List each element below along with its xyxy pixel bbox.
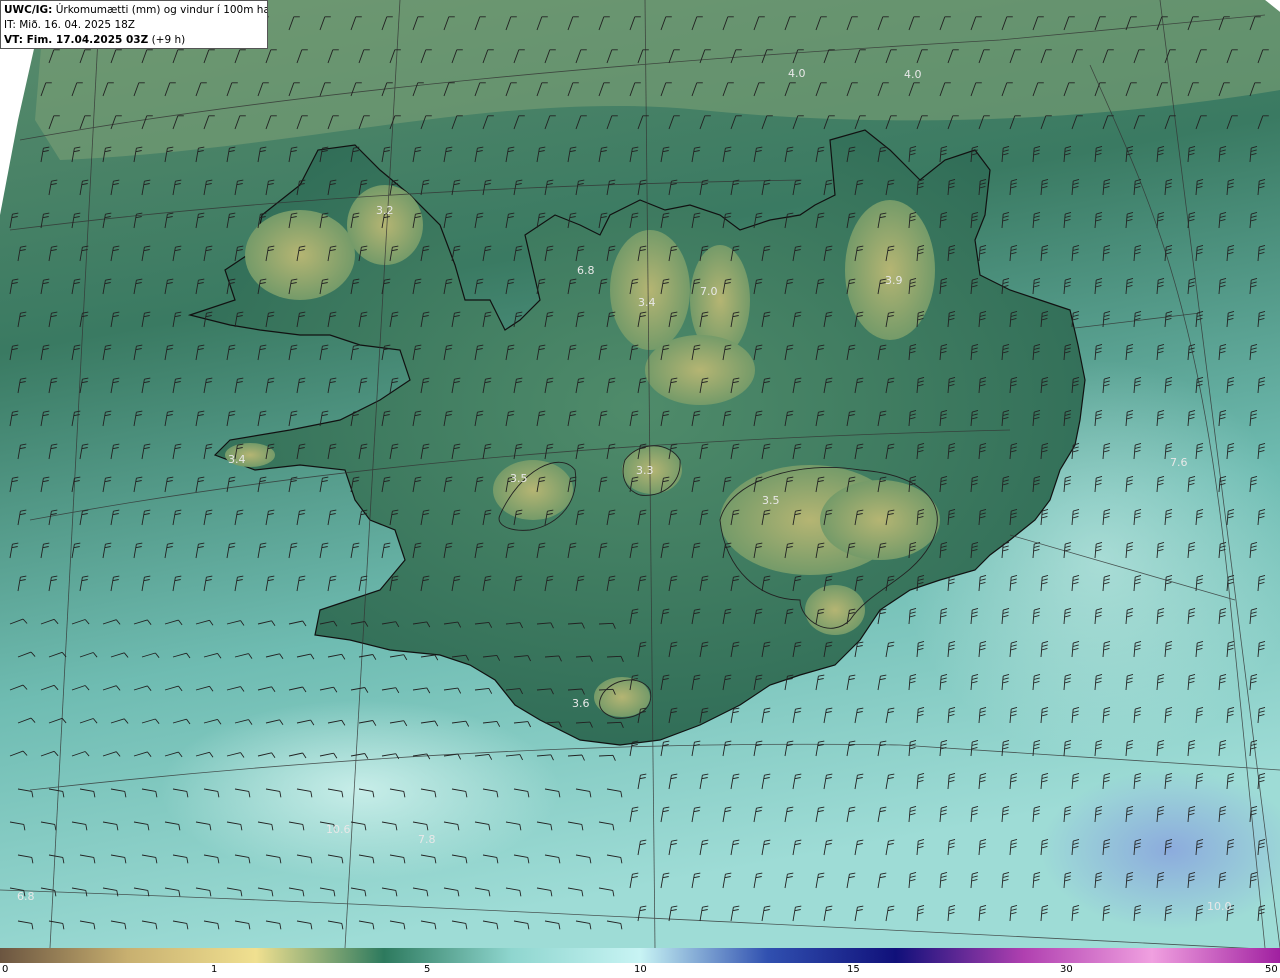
- weather-map: 4.0 4.0 3.2 6.8 3.4 7.0 3.9 3.4 3.5 3.3 …: [0, 0, 1280, 963]
- value-label: 3.5: [510, 472, 528, 485]
- title-line-2: IT: Mið. 16. 04. 2025 18Z: [4, 19, 135, 31]
- colorbar-tick: 10: [634, 964, 647, 975]
- value-label: 6.8: [17, 890, 35, 903]
- value-label: 3.4: [638, 296, 656, 309]
- colorbar-tick: 15: [847, 964, 860, 975]
- colorbar-tick: 50: [1265, 964, 1278, 975]
- value-label: 3.6: [572, 697, 590, 710]
- value-label: 4.0: [904, 68, 922, 81]
- value-label: 7.0: [700, 285, 718, 298]
- title-line-3: VT: Fim. 17.04.2025 03Z (+9 h): [4, 33, 264, 48]
- parameter-title: Úrkomumætti (mm) og vindur í 100m hæð: [55, 4, 268, 16]
- value-label: 6.8: [577, 264, 595, 277]
- pale-field-area: [160, 700, 560, 880]
- title-line-1: UWC/IG: Úrkomumætti (mm) og vindur í 100…: [4, 3, 267, 18]
- value-label: 7.8: [418, 833, 436, 846]
- colorbar-tick: 0: [2, 964, 9, 975]
- colorbar-tick: 1: [211, 964, 218, 975]
- color-bar-labels: 0 1 5 10 15 30 50: [0, 963, 1280, 978]
- color-bar: [0, 948, 1280, 963]
- value-label: 3.3: [636, 464, 654, 477]
- value-label: 3.2: [376, 204, 394, 217]
- colorbar-gradient: [0, 948, 1280, 963]
- value-label: 3.5: [762, 494, 780, 507]
- value-label: 3.9: [885, 274, 903, 287]
- forecast-offset: (+9 h): [151, 34, 186, 46]
- model-code: UWC/IG:: [4, 4, 53, 16]
- valid-time: VT: Fim. 17.04.2025 03Z: [4, 34, 149, 46]
- value-label: 7.6: [1170, 456, 1188, 469]
- value-label: 10.0: [1207, 900, 1232, 913]
- value-label: 4.0: [788, 67, 806, 80]
- value-label: 3.4: [228, 453, 246, 466]
- colorbar-tick: 30: [1060, 964, 1073, 975]
- value-label: 10.6: [326, 823, 351, 836]
- colorbar-tick: 5: [424, 964, 431, 975]
- map-title-box: UWC/IG: Úrkomumætti (mm) og vindur í 100…: [0, 0, 268, 49]
